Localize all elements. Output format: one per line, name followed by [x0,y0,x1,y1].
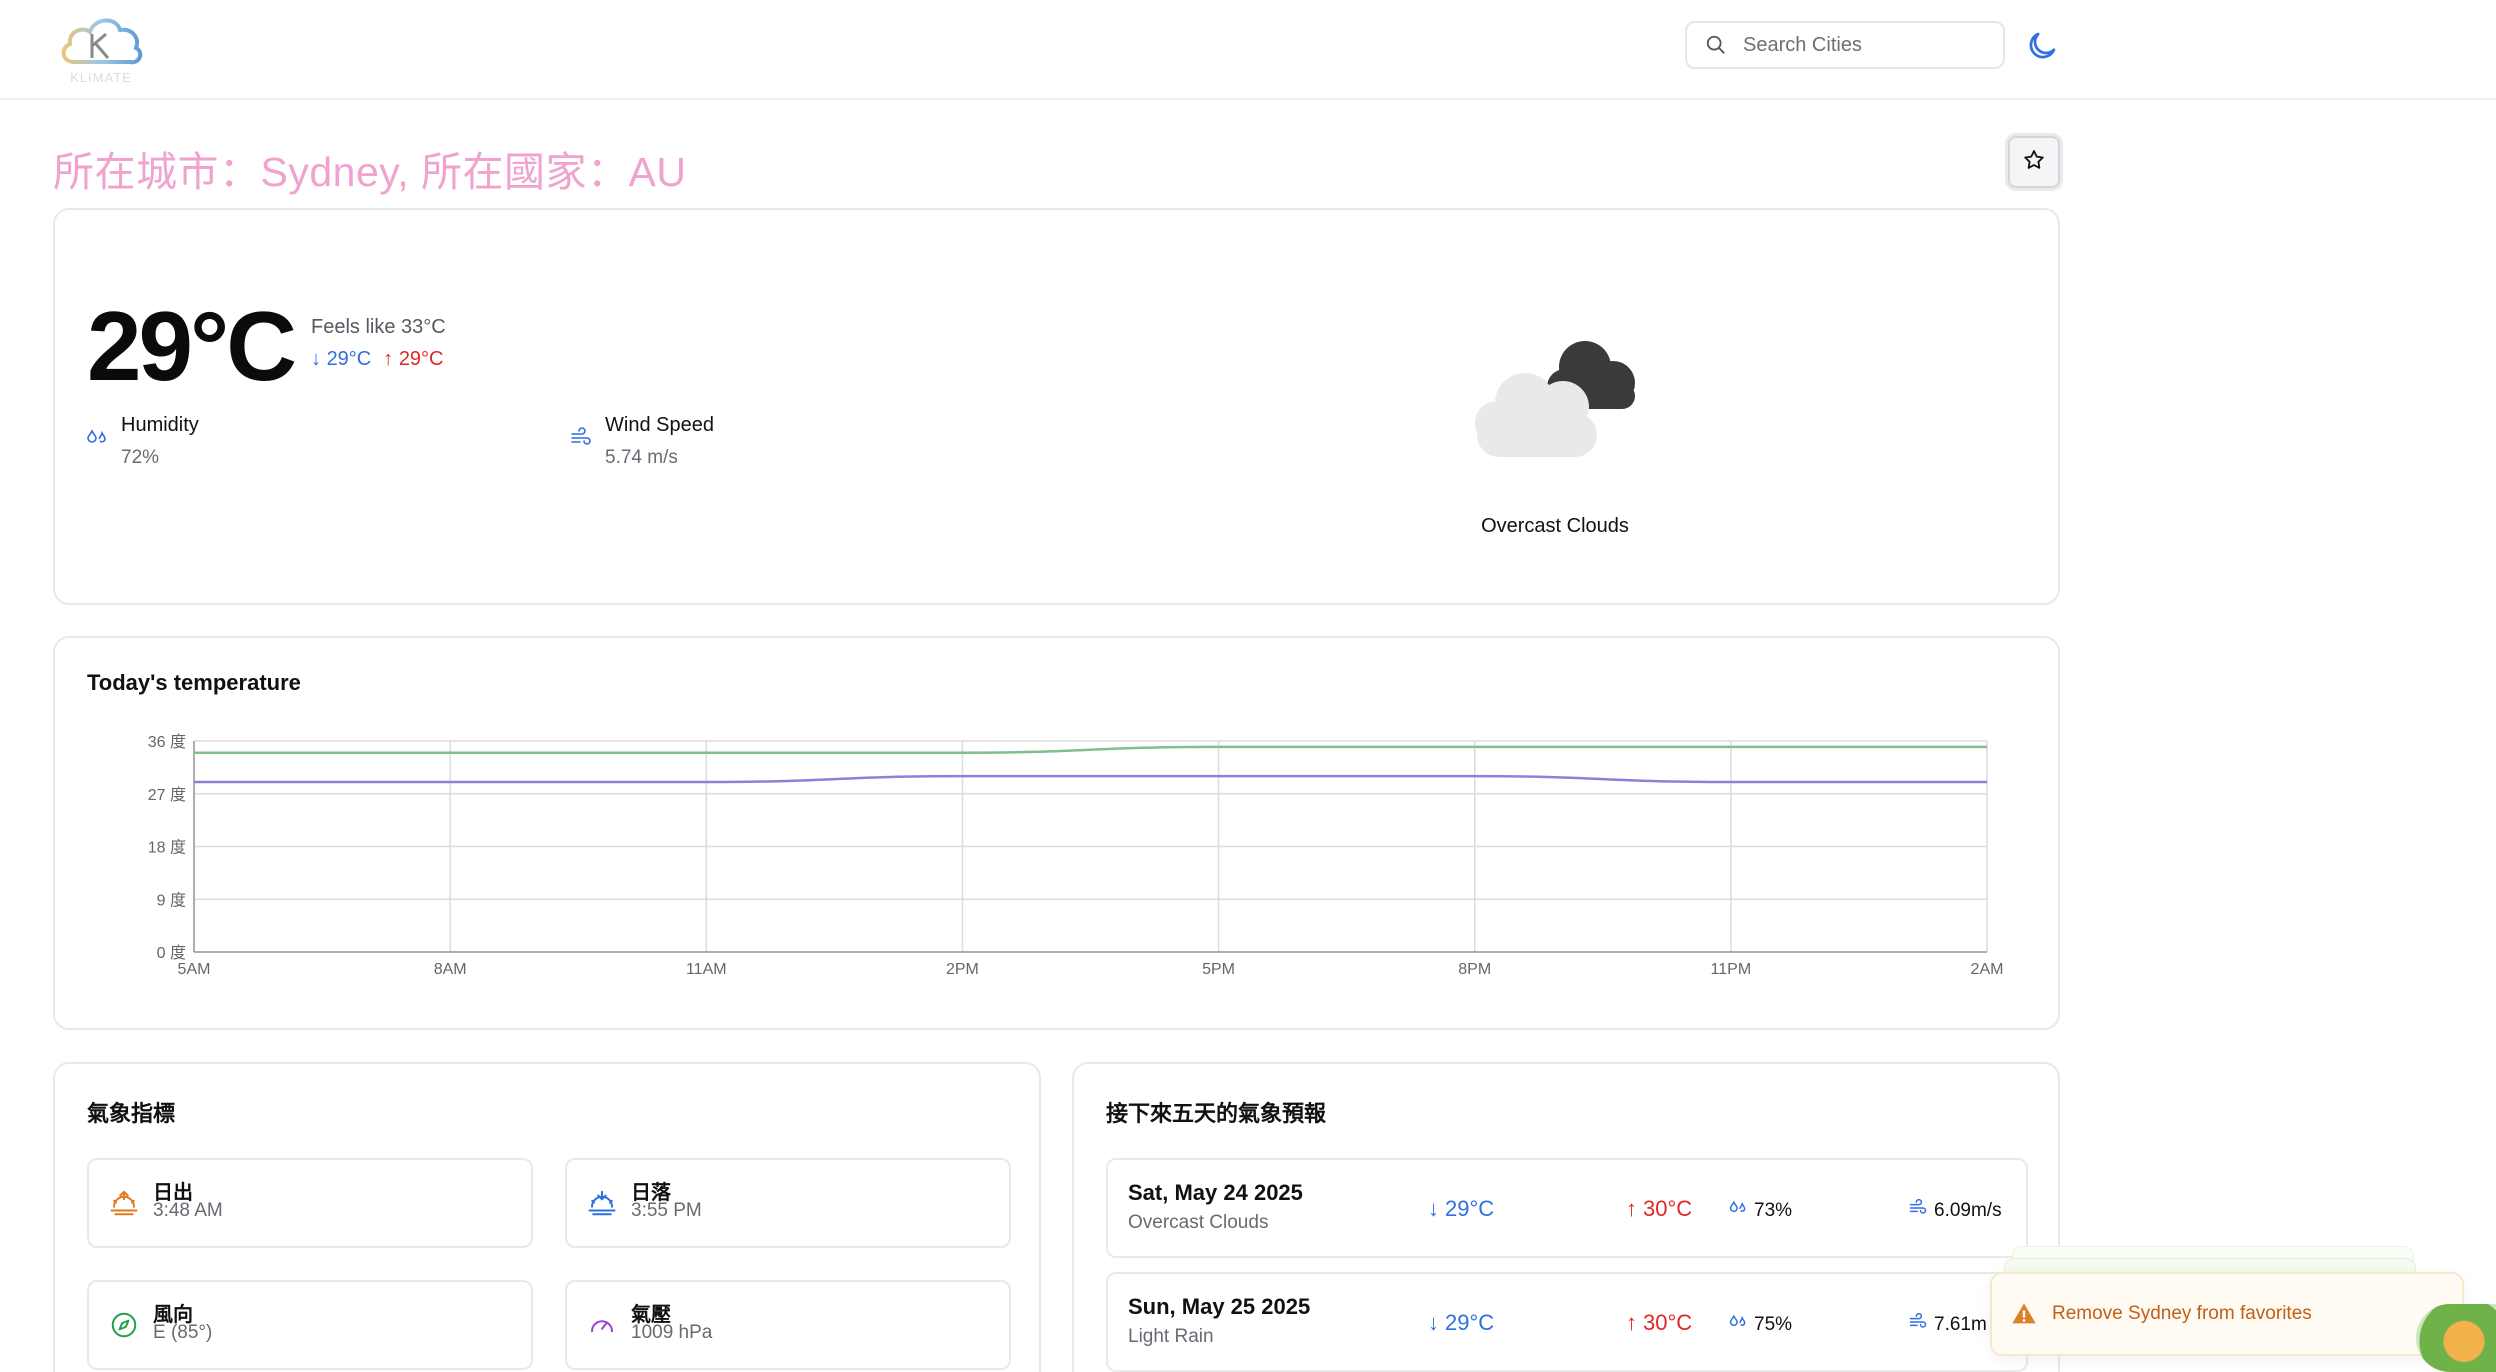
overcast-clouds-icon [1455,325,1655,465]
forecast-row: Sun, May 25 2025 Light Rain ↓ 29°C ↑ 30°C … [1106,1272,2028,1372]
x-tick-label: 2AM [1971,961,2004,978]
wind-value: 5.74 m/s [605,447,678,468]
feels-like: Feels like 33°C [311,316,446,338]
svg-text:KLIMATE: KLIMATE [70,70,132,85]
gauge-icon [587,1310,617,1340]
forecast-min: ↓ 29°C [1428,1196,1495,1221]
droplets-icon [1728,1312,1748,1338]
y-tick-label: 27 度 [148,786,186,804]
favorite-button[interactable] [2008,136,2060,188]
forecast-humidity: 73% [1728,1198,1792,1224]
forecast-title: 接下來五天的氣象預報 [1106,1101,1327,1126]
forecast-max: ↑ 30°C [1626,1196,1693,1221]
arrow-up-icon: ↑ [383,348,394,370]
x-tick-label: 2PM [946,961,979,978]
metric-value: 3:55 PM [631,1200,702,1221]
wind-icon [1908,1312,1928,1338]
search-cities-button[interactable]: Search Cities [1685,21,2005,69]
droplets-icon [1728,1198,1748,1224]
forecast-desc: Overcast Clouds [1128,1212,1269,1233]
wind-icon [1908,1198,1928,1224]
y-tick-label: 36 度 [148,733,186,751]
app-header: KLIMATE Search Cities [0,0,2496,100]
x-tick-label: 11AM [686,961,727,978]
forecast-date: Sun, May 25 2025 [1128,1294,1311,1319]
temp-min-max: ↓ 29°C ↑ 29°C [311,348,444,371]
forecast-wind: 6.09m/s [1908,1198,2002,1224]
weather-description: Overcast Clouds [1481,515,1629,537]
search-placeholder: Search Cities [1743,33,1862,56]
metric-value: 3:48 AM [153,1200,223,1221]
x-tick-label: 11PM [1711,961,1752,978]
theme-toggle-button[interactable] [2024,28,2060,64]
warning-icon [2010,1300,2038,1328]
sunrise-icon [109,1188,139,1218]
wind-icon [569,426,597,454]
arrow-up-icon: ↑ [1626,1196,1637,1221]
metric-sunrise: 日出 3:48 AM [87,1158,533,1248]
forecast-row: Sat, May 24 2025 Overcast Clouds ↓ 29°C ↑… [1106,1158,2028,1258]
x-tick-label: 8PM [1458,961,1491,978]
sunset-icon [587,1188,617,1218]
five-day-forecast-card: 接下來五天的氣象預報 Sat, May 24 2025 Overcast Clo… [1072,1062,2060,1372]
humidity-value: 72% [121,447,160,468]
page-title: 所在城市：Sydney, 所在國家：AU [53,149,687,195]
series-line-1 [194,774,1987,784]
x-tick-label: 5PM [1202,961,1235,978]
temp-min: ↓ 29°C [311,348,372,370]
temperature-chart: 0 度 9 度 18 度 27 度 36 度 5AM 8AM 11AM 2PM 5PM 8PM 11P… [148,733,2004,978]
arrow-down-icon: ↓ [1428,1196,1439,1221]
forecast-wind: 7.61m [1908,1312,1987,1338]
forecast-max: ↑ 30°C [1626,1310,1693,1335]
humidity-label: Humidity [121,414,199,436]
humidity-stat: Humidity 72% [85,414,199,469]
forecast-desc: Light Rain [1128,1326,1214,1347]
metric-value: 1009 hPa [631,1322,713,1343]
metric-pressure: 氣壓 1009 hPa [565,1280,1011,1370]
today-temperature-card: Today's temperature 0 度9 度 18 度 27 度 36 度 5A… [53,636,2060,1030]
weather-metrics-card: 氣象指標 日出 3:48 AM 日落 3:55 PM 風向 E (85°) 氣壓… [53,1062,1041,1372]
temp-max: ↑ 29°C [383,348,444,370]
wind-speed-stat: Wind Speed 5.74 m/s [569,414,714,469]
forecast-humidity: 75% [1728,1312,1792,1338]
forecast-min: ↓ 29°C [1428,1310,1495,1335]
search-icon [1703,32,1729,58]
current-weather-card: 29°C Feels like 33°C ↓ 29°C ↑ 29°C Humid… [53,208,2060,605]
y-tick-label: 0 度 [157,944,186,962]
metrics-title: 氣象指標 [87,1101,176,1126]
toast-message: Remove Sydney from favorites [2052,1303,2312,1324]
metric-sunset: 日落 3:55 PM [565,1158,1011,1248]
arrow-down-icon: ↓ [1428,1310,1439,1335]
y-tick-label: 9 度 [157,891,186,909]
toast-notification[interactable]: Remove Sydney from favorites [1990,1272,2464,1356]
current-temperature: 29°C [87,291,297,401]
droplets-icon [85,426,113,454]
metric-wind-direction: 風向 E (85°) [87,1280,533,1370]
y-tick-label: 18 度 [148,839,186,857]
compass-icon [109,1310,139,1340]
metric-value: E (85°) [153,1322,213,1343]
arrow-up-icon: ↑ [1626,1310,1637,1335]
klimate-logo[interactable]: KLIMATE [56,8,146,86]
moon-icon [2024,32,2060,68]
star-icon [2022,148,2046,177]
x-tick-label: 5AM [178,961,211,978]
assistant-bubble[interactable] [2416,1304,2496,1372]
forecast-date: Sat, May 24 2025 [1128,1180,1303,1205]
series-line-0 [194,745,1987,754]
wind-label: Wind Speed [605,414,714,436]
arrow-down-icon: ↓ [311,348,321,370]
x-tick-label: 8AM [434,961,467,978]
